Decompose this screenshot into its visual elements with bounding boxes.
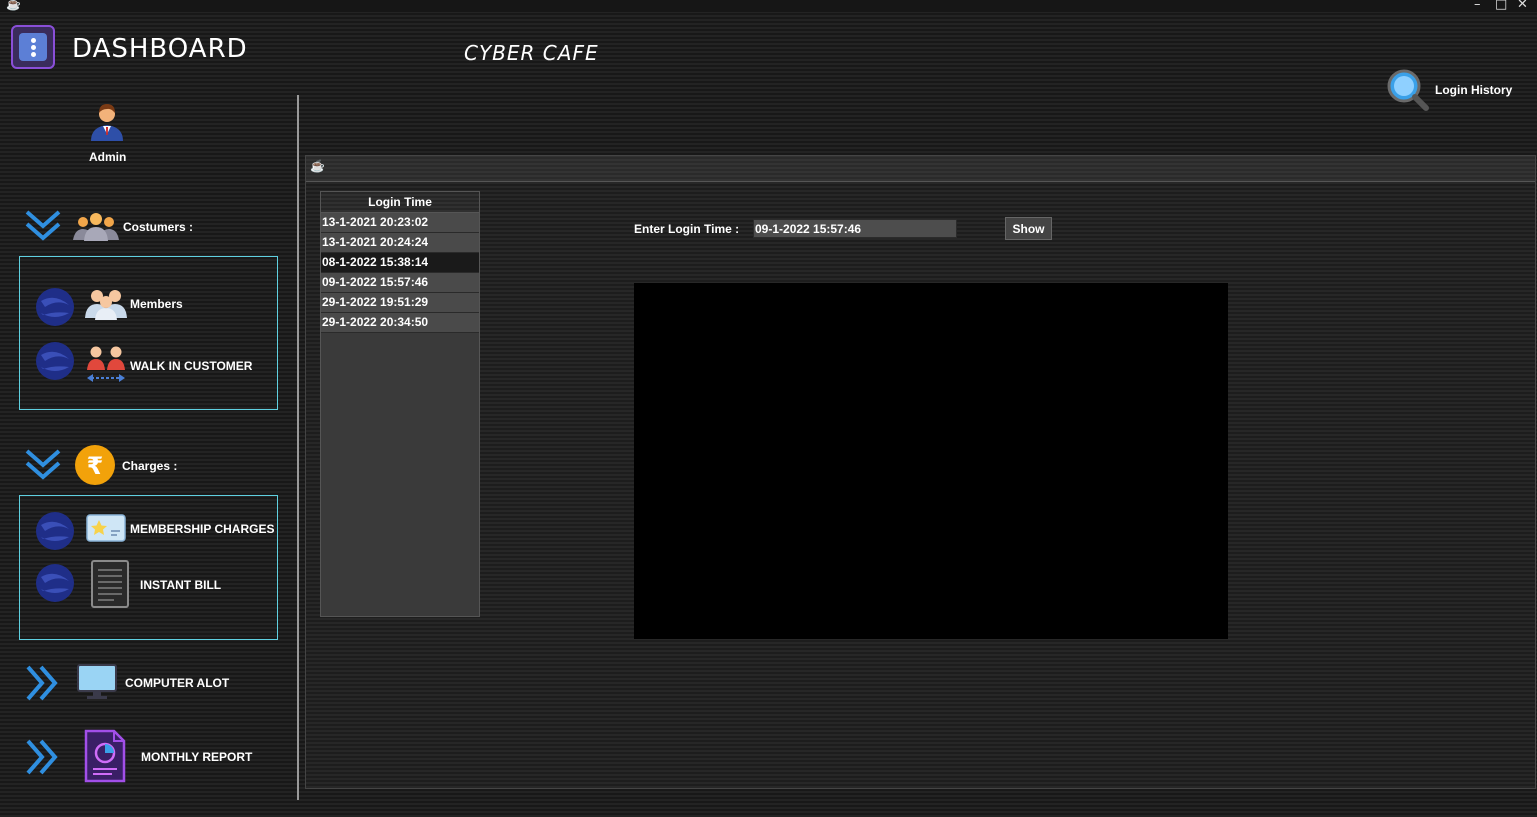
customers-section-label: Costumers : <box>123 220 194 234</box>
close-button[interactable]: ✕ <box>1517 0 1528 12</box>
show-button[interactable]: Show <box>1005 217 1052 240</box>
enter-login-time-label: Enter Login Time : <box>634 222 740 236</box>
customers-group-icon <box>73 213 119 241</box>
swirl-icon <box>36 288 74 326</box>
walk-in-customer-icon <box>87 346 125 382</box>
minimize-button[interactable]: – <box>1474 0 1481 12</box>
membership-charges-link[interactable]: MEMBERSHIP CHARGES <box>130 522 274 536</box>
swirl-icon <box>36 564 74 602</box>
swirl-icon <box>36 512 74 550</box>
svg-text:₹: ₹ <box>87 452 104 480</box>
table-row[interactable]: 13-1-2021 20:24:24 <box>321 233 479 253</box>
title-bar <box>0 0 1537 12</box>
report-icon <box>84 729 126 783</box>
bill-icon <box>91 560 129 608</box>
login-time-input[interactable] <box>753 219 957 238</box>
chevron-down-icon[interactable] <box>24 208 62 244</box>
table-row[interactable]: 29-1-2022 19:51:29 <box>321 293 479 313</box>
coffee-cup-icon: ☕ <box>310 159 325 173</box>
page-title: DASHBOARD <box>72 34 248 64</box>
app-name: CYBER CAFE <box>464 41 599 65</box>
computer-alot-link[interactable]: COMPUTER ALOT <box>125 676 229 690</box>
table-row[interactable]: 09-1-2022 15:57:46 <box>321 273 479 293</box>
table-row-selected[interactable]: 08-1-2022 15:38:14 <box>321 253 479 273</box>
chevron-right-icon[interactable] <box>24 738 62 776</box>
walk-in-customer-link[interactable]: WALK IN CUSTOMER <box>130 359 252 373</box>
membership-card-icon <box>86 514 126 542</box>
login-history-label: Login History <box>1435 83 1513 97</box>
rupee-icon: ₹ <box>75 445 115 485</box>
members-icon <box>85 290 127 320</box>
login-history-panel: ☕ Login Time 13-1-2021 20:23:02 13-1-202… <box>305 155 1536 789</box>
customers-panel <box>19 256 278 410</box>
maximize-button[interactable]: □ <box>1495 0 1507 12</box>
admin-avatar-icon <box>91 104 123 141</box>
computer-monitor-icon <box>77 664 117 699</box>
login-time-table[interactable]: Login Time 13-1-2021 20:23:02 13-1-2021 … <box>320 191 480 617</box>
monthly-report-link[interactable]: MONTHLY REPORT <box>141 750 252 764</box>
table-header-login-time[interactable]: Login Time <box>321 192 479 213</box>
swirl-icon <box>36 342 74 380</box>
table-row[interactable]: 13-1-2021 20:23:02 <box>321 213 479 233</box>
instant-bill-link[interactable]: INSTANT BILL <box>140 578 221 592</box>
chevron-down-icon[interactable] <box>24 447 62 483</box>
menu-icon[interactable] <box>11 25 55 69</box>
panel-title-bar: ☕ <box>306 156 1535 182</box>
chevron-right-icon[interactable] <box>24 664 62 702</box>
table-row[interactable]: 29-1-2022 20:34:50 <box>321 313 479 333</box>
login-history-button[interactable]: Login History <box>1386 68 1516 112</box>
charges-section-label: Charges : <box>122 459 178 473</box>
coffee-cup-icon: ☕ <box>6 0 21 11</box>
login-photo-display <box>634 283 1228 639</box>
sidebar-divider <box>297 95 299 800</box>
admin-label: Admin <box>89 150 127 164</box>
members-link[interactable]: Members <box>130 297 183 311</box>
search-icon <box>1387 69 1429 111</box>
